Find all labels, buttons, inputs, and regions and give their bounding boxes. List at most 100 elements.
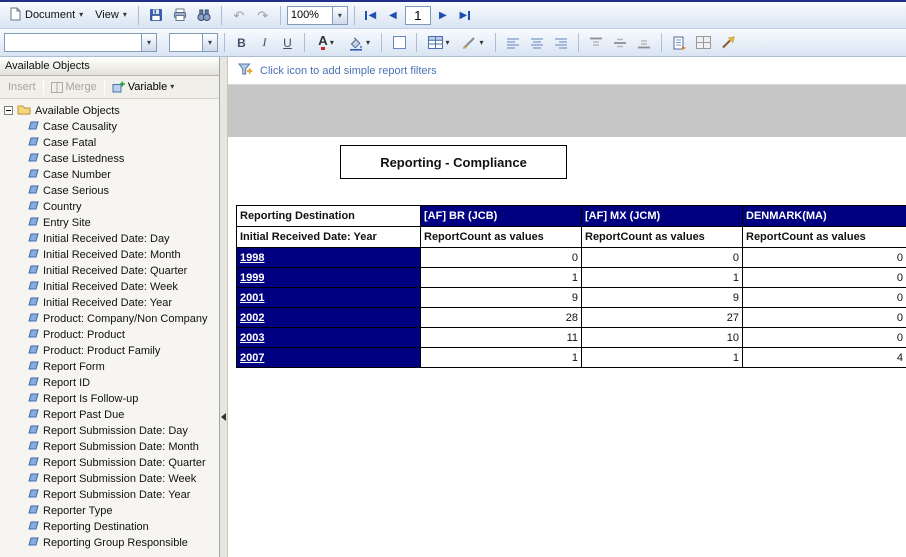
value-cell[interactable]: 1 <box>421 268 582 288</box>
find-button[interactable] <box>193 4 215 26</box>
tree-item[interactable]: Initial Received Date: Year <box>4 295 219 311</box>
bold-button[interactable]: B <box>231 32 252 53</box>
year-link[interactable]: 2002 <box>240 312 264 324</box>
value-cell[interactable]: 1 <box>421 348 582 368</box>
print-button[interactable] <box>169 4 191 26</box>
year-cell[interactable]: 1998 <box>237 248 421 268</box>
tree-item[interactable]: Report Submission Date: Month <box>4 439 219 455</box>
year-link[interactable]: 1998 <box>240 252 264 264</box>
collapse-panel-icon[interactable] <box>221 413 226 421</box>
merge-cells-button[interactable] <box>692 32 714 54</box>
align-left-button[interactable] <box>502 32 524 54</box>
value-cell[interactable]: 1 <box>582 268 743 288</box>
measure-header-cell[interactable]: ReportCount as values <box>582 227 743 248</box>
value-cell[interactable]: 27 <box>582 308 743 328</box>
tree-item[interactable]: Report Form <box>4 359 219 375</box>
merge-button[interactable]: Merge <box>47 79 101 95</box>
undo-button[interactable]: ↶ <box>228 4 250 26</box>
value-cell[interactable]: 9 <box>421 288 582 308</box>
line-style-button[interactable]: ▾ <box>457 32 489 54</box>
year-cell[interactable]: 2007 <box>237 348 421 368</box>
year-cell[interactable]: 2001 <box>237 288 421 308</box>
measure-header-cell[interactable]: ReportCount as values <box>743 227 906 248</box>
add-filter-icon[interactable] <box>237 61 253 80</box>
tree-item[interactable]: Initial Received Date: Day <box>4 231 219 247</box>
year-cell[interactable]: 2003 <box>237 328 421 348</box>
year-cell[interactable]: 1999 <box>237 268 421 288</box>
insert-button[interactable]: Insert <box>4 79 40 95</box>
tree-item[interactable]: Report Submission Date: Quarter <box>4 455 219 471</box>
measure-header-cell[interactable]: ReportCount as values <box>421 227 582 248</box>
panel-splitter[interactable] <box>220 57 228 557</box>
last-page-button[interactable]: ▶ <box>455 5 475 25</box>
font-name-dropdown-button[interactable]: ▾ <box>142 33 157 52</box>
corner-header-cell[interactable]: Reporting Destination <box>237 206 421 227</box>
tree-item[interactable]: Product: Company/Non Company <box>4 311 219 327</box>
align-center-button[interactable] <box>526 32 548 54</box>
insert-table-button[interactable]: ▾ <box>423 32 455 54</box>
document-menu[interactable]: Document ▾ <box>4 5 88 26</box>
fill-color-button[interactable]: ▾ <box>343 32 375 54</box>
tree-item[interactable]: Case Number <box>4 167 219 183</box>
tree-item[interactable]: Report ID <box>4 375 219 391</box>
zoom-dropdown-button[interactable]: ▾ <box>333 6 348 25</box>
value-cell[interactable]: 0 <box>743 328 906 348</box>
value-cell[interactable]: 0 <box>582 248 743 268</box>
tree-item[interactable]: Reporter Type <box>4 503 219 519</box>
tree-item[interactable]: Case Serious <box>4 183 219 199</box>
tree-item[interactable]: Case Listedness <box>4 151 219 167</box>
align-right-button[interactable] <box>550 32 572 54</box>
value-cell[interactable]: 0 <box>743 308 906 328</box>
borders-button[interactable] <box>388 32 410 54</box>
tree-item[interactable]: Initial Received Date: Week <box>4 279 219 295</box>
redo-button[interactable]: ↷ <box>252 4 274 26</box>
tree-item[interactable]: Report Submission Date: Day <box>4 423 219 439</box>
value-cell[interactable]: 1 <box>582 348 743 368</box>
tree-item[interactable]: Reporting Destination <box>4 519 219 535</box>
value-cell[interactable]: 11 <box>421 328 582 348</box>
page-number-input[interactable] <box>405 6 431 25</box>
align-bottom-button[interactable] <box>633 32 655 54</box>
year-link[interactable]: 2003 <box>240 332 264 344</box>
value-cell[interactable]: 0 <box>421 248 582 268</box>
column-header-cell[interactable]: [AF] MX (JCM) <box>582 206 743 227</box>
year-cell[interactable]: 2002 <box>237 308 421 328</box>
zoom-input[interactable] <box>287 6 333 25</box>
value-cell[interactable]: 10 <box>582 328 743 348</box>
value-cell[interactable]: 0 <box>743 288 906 308</box>
value-cell[interactable]: 0 <box>743 268 906 288</box>
report-title[interactable]: Reporting - Compliance <box>340 145 567 179</box>
tree-item[interactable]: Initial Received Date: Month <box>4 247 219 263</box>
underline-button[interactable]: U <box>277 32 298 53</box>
save-button[interactable] <box>145 4 167 26</box>
column-header-cell[interactable]: DENMARK(MA) <box>743 206 906 227</box>
year-link[interactable]: 2007 <box>240 352 264 364</box>
value-cell[interactable]: 28 <box>421 308 582 328</box>
tree-item[interactable]: Report Submission Date: Week <box>4 471 219 487</box>
format-painter-button[interactable] <box>716 32 738 54</box>
align-top-button[interactable] <box>585 32 607 54</box>
first-page-button[interactable]: ◀ <box>361 5 381 25</box>
align-middle-button[interactable] <box>609 32 631 54</box>
year-link[interactable]: 1999 <box>240 272 264 284</box>
tree-root[interactable]: Available Objects <box>4 102 219 119</box>
font-size-dropdown-button[interactable]: ▾ <box>203 33 218 52</box>
variable-button[interactable]: Variable ▾ <box>108 79 179 95</box>
year-link[interactable]: 2001 <box>240 292 264 304</box>
tree-item[interactable]: Product: Product <box>4 327 219 343</box>
tree-item[interactable]: Report Is Follow-up <box>4 391 219 407</box>
next-page-button[interactable]: ▶ <box>433 5 453 25</box>
previous-page-button[interactable]: ◀ <box>383 5 403 25</box>
tree-item[interactable]: Case Fatal <box>4 135 219 151</box>
tree-item[interactable]: Report Past Due <box>4 407 219 423</box>
tree-item[interactable]: Entry Site <box>4 215 219 231</box>
tree-item[interactable]: Report Submission Date: Year <box>4 487 219 503</box>
value-cell[interactable]: 4 <box>743 348 906 368</box>
value-cell[interactable]: 0 <box>743 248 906 268</box>
font-color-button[interactable]: A ▾ <box>311 32 341 54</box>
tree-item[interactable]: Case Causality <box>4 119 219 135</box>
view-menu[interactable]: View ▾ <box>90 7 132 23</box>
italic-button[interactable]: I <box>254 32 275 53</box>
tree-item[interactable]: Country <box>4 199 219 215</box>
collapse-expander-icon[interactable] <box>4 106 13 115</box>
